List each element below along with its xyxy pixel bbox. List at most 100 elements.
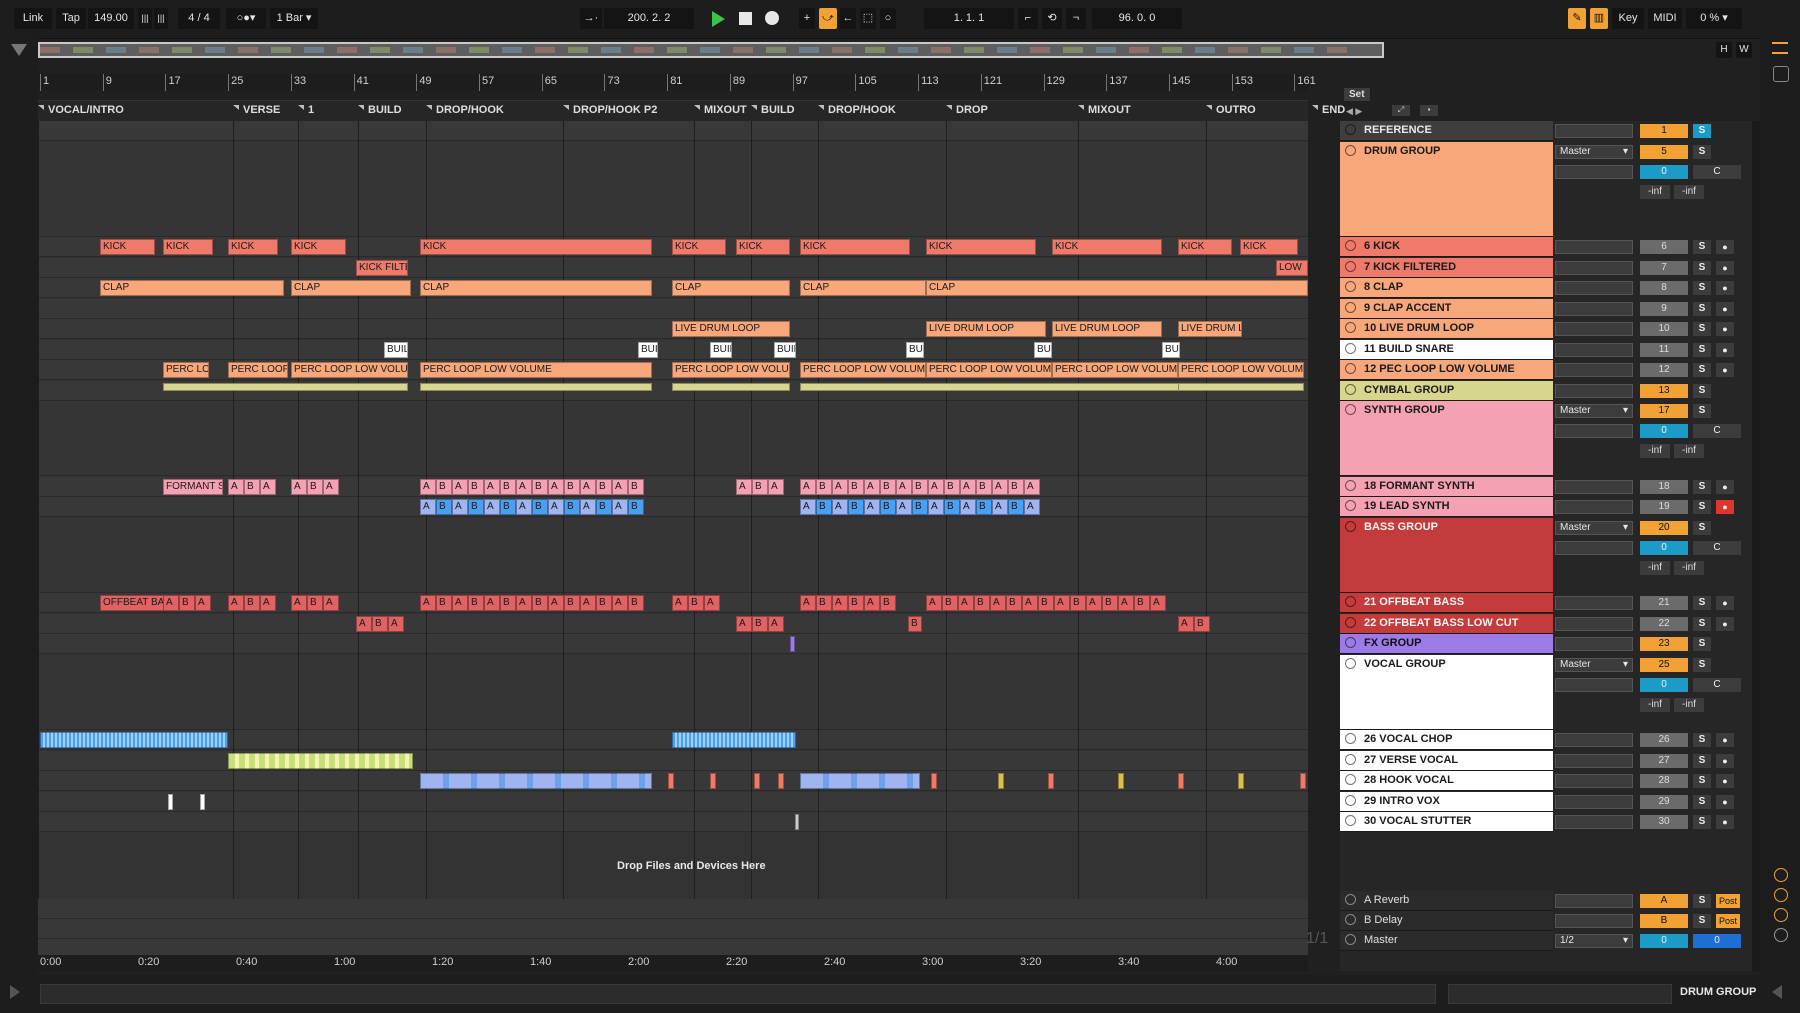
arm-button[interactable]: ●: [1716, 281, 1734, 295]
hook-vocal-clip[interactable]: [1238, 773, 1244, 789]
offbeat-ab-clip[interactable]: B: [942, 595, 958, 611]
return-letter[interactable]: A: [1640, 894, 1688, 908]
returns-toggle-icon[interactable]: [1774, 888, 1788, 902]
output-routing[interactable]: [1555, 596, 1633, 610]
solo-button[interactable]: S: [1693, 657, 1711, 672]
formant-ab-clip[interactable]: B: [912, 478, 928, 495]
lead-synth-clip[interactable]: A: [928, 499, 944, 515]
track-header[interactable]: FX GROUP: [1340, 634, 1553, 654]
track-number[interactable]: 21: [1640, 596, 1688, 610]
stop-icon[interactable]: [739, 12, 752, 25]
track-lane[interactable]: [38, 791, 1308, 812]
lead-synth-clip[interactable]: A: [800, 499, 816, 515]
track-activator-icon[interactable]: [1345, 240, 1356, 251]
quantize-menu[interactable]: 1 Bar ▾: [270, 8, 318, 29]
lead-synth-clip[interactable]: B: [880, 499, 896, 515]
back-to-arrangement-icon[interactable]: ←: [840, 8, 856, 29]
formant-ab-clip[interactable]: A: [548, 478, 564, 495]
formant-ab-clip[interactable]: B: [944, 478, 960, 495]
offbeat-ab-clip[interactable]: A: [1054, 595, 1070, 611]
formant-ab-clip[interactable]: A: [516, 478, 532, 495]
offbeat-ab-clip[interactable]: A: [484, 595, 500, 611]
track-header[interactable]: REFERENCE: [1340, 121, 1553, 141]
track-activator-icon[interactable]: [1345, 616, 1356, 628]
track-activator-icon[interactable]: [1345, 774, 1356, 785]
track-header[interactable]: 10 LIVE DRUM LOOP: [1340, 319, 1553, 339]
formant-ab-clip[interactable]: A: [736, 478, 752, 495]
hook-vocal-clip[interactable]: [1118, 773, 1124, 789]
track-activator-icon[interactable]: [1345, 124, 1356, 135]
key-map-button[interactable]: Key: [1612, 8, 1644, 29]
group-fold-icon[interactable]: [1345, 404, 1356, 415]
perc-loop-clip[interactable]: PERC LOOP LOW VOLUME: [800, 362, 926, 378]
device-view-toggle-icon[interactable]: [1772, 985, 1782, 999]
track-number[interactable]: 29: [1640, 794, 1688, 809]
track-number[interactable]: 8: [1640, 281, 1688, 295]
detail-view-toggle-icon[interactable]: [10, 985, 20, 999]
lead-synth-clip[interactable]: B: [468, 499, 484, 515]
build-snare-clip[interactable]: BUIL: [774, 341, 796, 358]
locator-marker[interactable]: VERSE: [232, 104, 280, 116]
formant-ab-clip[interactable]: B: [532, 478, 548, 495]
formant-ab-clip[interactable]: A: [484, 478, 500, 495]
input-routing[interactable]: [1555, 424, 1633, 438]
arm-button[interactable]: ●: [1716, 301, 1734, 316]
solo-button[interactable]: S: [1693, 637, 1711, 651]
bass-lowcut-clip[interactable]: B: [752, 615, 768, 632]
formant-ab-clip[interactable]: A: [1024, 478, 1040, 495]
return-letter[interactable]: B: [1640, 914, 1688, 928]
punch-in-icon[interactable]: ⌐: [1018, 8, 1038, 29]
group-fold-icon[interactable]: [1345, 657, 1356, 669]
offbeat-ab-clip[interactable]: A: [704, 595, 720, 611]
arm-button[interactable]: ●: [1716, 794, 1734, 809]
output-routing[interactable]: Master: [1555, 404, 1633, 418]
lead-synth-clip[interactable]: A: [452, 499, 468, 515]
offbeat-ab-clip[interactable]: B: [468, 595, 484, 611]
solo-button[interactable]: S: [1693, 894, 1711, 908]
return-lane[interactable]: [38, 919, 1308, 939]
track-header[interactable]: SYNTH GROUP: [1340, 401, 1553, 476]
hook-vocal-clip[interactable]: [800, 773, 920, 789]
output-routing[interactable]: [1555, 774, 1633, 788]
formant-ab-clip[interactable]: A: [896, 478, 912, 495]
volume-field[interactable]: 0: [1640, 164, 1688, 179]
output-routing[interactable]: [1555, 479, 1633, 494]
output-routing[interactable]: Master: [1555, 520, 1633, 535]
lead-synth-clip[interactable]: B: [976, 499, 992, 515]
record-icon[interactable]: [765, 11, 779, 25]
track-header[interactable]: BASS GROUP: [1340, 517, 1553, 593]
track-number[interactable]: 27: [1640, 753, 1688, 768]
bass-lowcut-clip[interactable]: B: [908, 615, 922, 632]
track-number[interactable]: 20: [1640, 520, 1688, 535]
group-fold-icon[interactable]: [1345, 144, 1356, 156]
height-zoom-button[interactable]: H: [1716, 42, 1732, 58]
arm-button[interactable]: ●: [1716, 479, 1734, 494]
return-header[interactable]: Master: [1340, 931, 1553, 951]
live-drum-clip[interactable]: LIVE DRUM LOOP: [1052, 321, 1162, 337]
arrangement-view[interactable]: KICK KICK KICK KICK KICK KICK KICK KICK KICK KICK…: [38, 121, 1308, 955]
track-lane[interactable]: [38, 812, 1308, 832]
lead-synth-clip[interactable]: A: [864, 499, 880, 515]
track-activator-icon[interactable]: [1345, 753, 1356, 765]
track-number[interactable]: 30: [1640, 815, 1688, 829]
arm-button[interactable]: ●: [1716, 500, 1734, 514]
return-letter[interactable]: 0: [1640, 934, 1688, 948]
solo-button[interactable]: S: [1693, 124, 1711, 138]
track-header[interactable]: VOCAL GROUP: [1340, 654, 1553, 730]
formant-ab-clip[interactable]: B: [816, 478, 832, 495]
formant-ab-clip[interactable]: B: [564, 478, 580, 495]
solo-button[interactable]: S: [1693, 281, 1711, 295]
output-routing[interactable]: [1555, 753, 1633, 768]
offbeat-ab-clip[interactable]: B: [564, 595, 580, 611]
offbeat-ab-clip[interactable]: A: [990, 595, 1006, 611]
master-volume[interactable]: 0: [1693, 934, 1741, 948]
perc-loop-clip[interactable]: PERC LO: [163, 362, 209, 378]
kick-clip[interactable]: KICK: [100, 239, 155, 255]
offbeat-ab-clip[interactable]: B: [880, 595, 896, 611]
session-record-icon[interactable]: ○: [880, 8, 896, 29]
offbeat-ab-clip[interactable]: A: [926, 595, 942, 611]
solo-button[interactable]: S: [1693, 500, 1711, 514]
formant-ab-clip[interactable]: B: [880, 478, 896, 495]
track-header[interactable]: 12 PEC LOOP LOW VOLUME: [1340, 360, 1553, 380]
formant-ab-clip[interactable]: B: [244, 478, 260, 495]
